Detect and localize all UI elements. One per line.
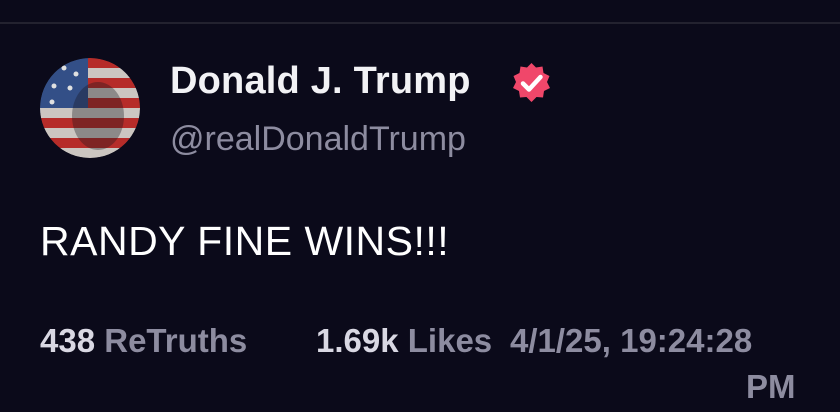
likes-count: 1.69k xyxy=(316,322,399,359)
likes-stat[interactable]: 1.69k Likes xyxy=(316,316,492,366)
top-divider xyxy=(0,22,840,24)
post-text: RANDY FINE WINS!!! xyxy=(40,218,450,264)
author-handle[interactable]: @realDonaldTrump xyxy=(170,120,466,159)
retruths-count: 438 xyxy=(40,322,96,359)
verified-badge-icon xyxy=(509,61,554,106)
post-timestamp[interactable]: 4/1/25, 19:24:28 xyxy=(510,316,752,366)
avatar-flag-portrait-icon xyxy=(40,58,140,158)
retruths-stat[interactable]: 438 ReTruths xyxy=(40,316,247,366)
author-avatar[interactable] xyxy=(40,58,140,158)
retruths-label: ReTruths xyxy=(104,322,248,359)
author-display-name[interactable]: Donald J. Trump xyxy=(170,60,471,103)
likes-label: Likes xyxy=(407,322,493,359)
